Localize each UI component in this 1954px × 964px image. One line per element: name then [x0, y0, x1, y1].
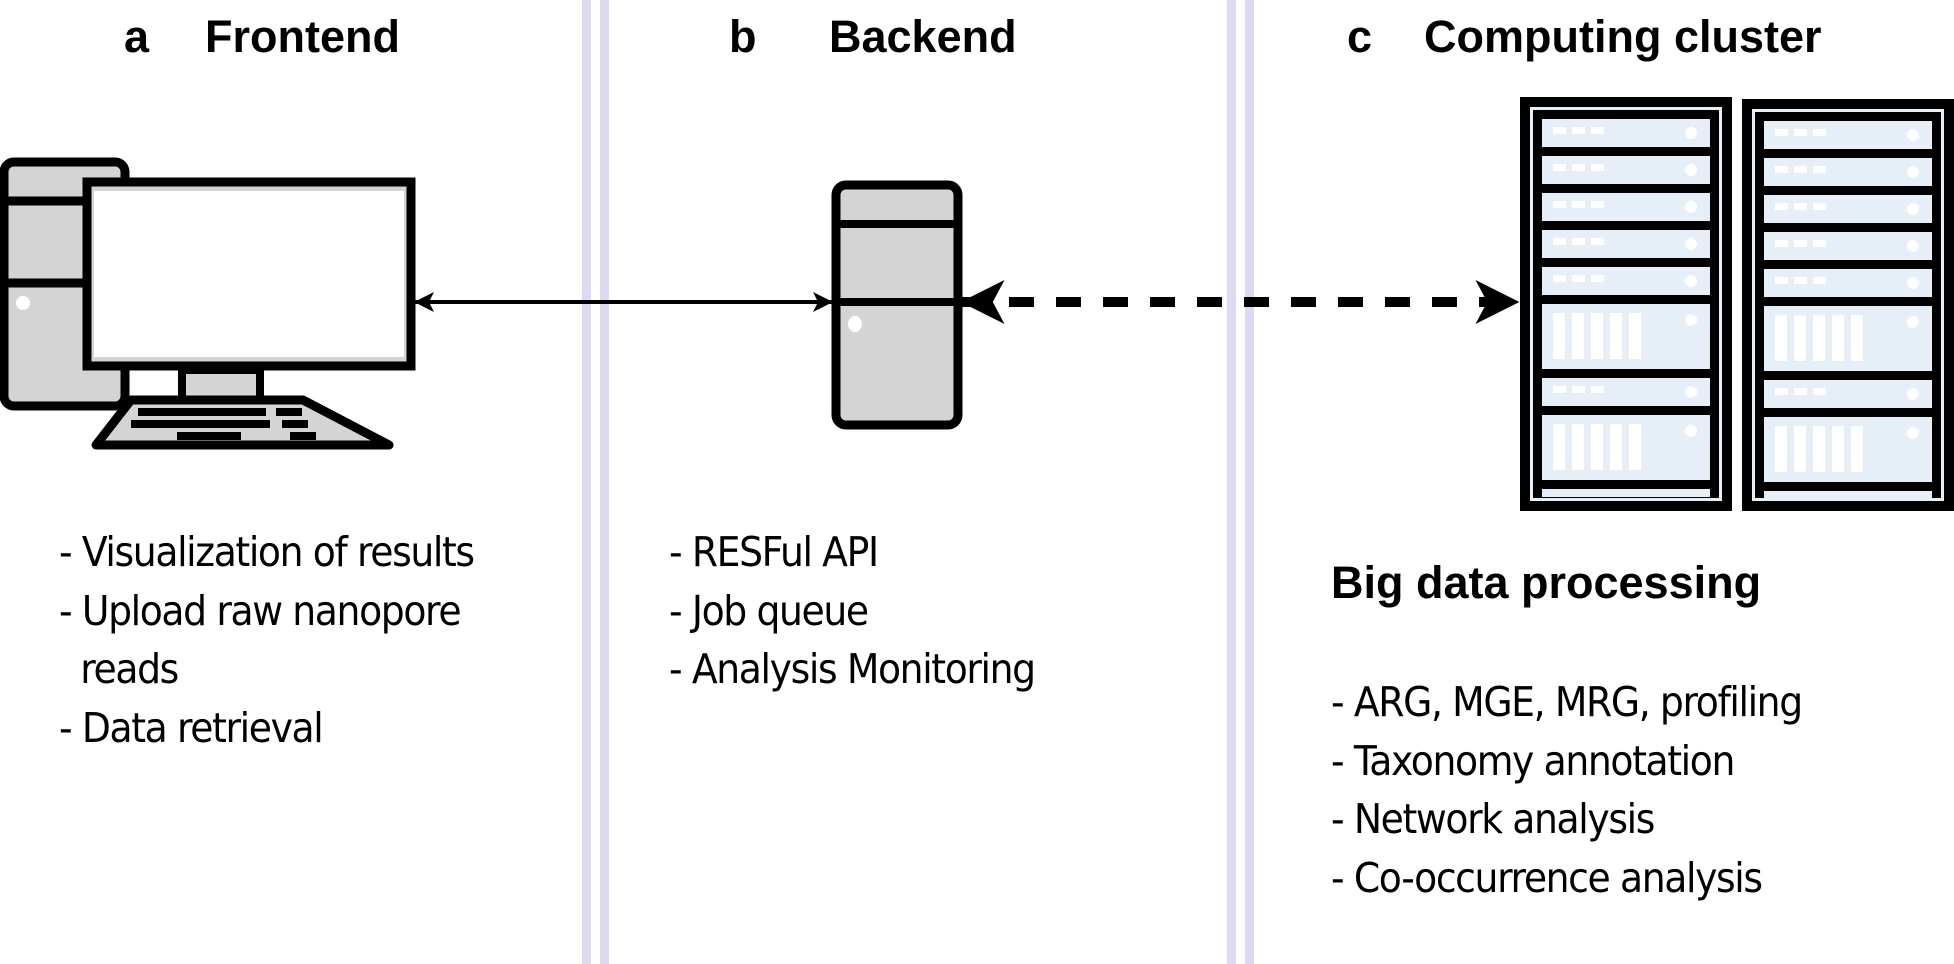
rack-unit [1542, 119, 1710, 147]
backend-feature: - Analysis Monitoring [669, 645, 1036, 693]
server-tower-icon [831, 180, 963, 430]
rack-unit [1542, 267, 1710, 295]
monitor [82, 177, 416, 404]
cluster-subtitle: Big data processing [1331, 557, 1762, 608]
rack-unit [1542, 489, 1710, 497]
server-rack-right [1742, 99, 1954, 511]
rack-unit [1764, 491, 1932, 499]
backend-feature: - RESFul API [669, 528, 879, 576]
frontend-feature: - Visualization of results [59, 528, 475, 576]
rack-unit [1764, 232, 1932, 260]
frontend-feature: - Data retrieval [59, 703, 324, 752]
cluster-feature: - Network analysis [1331, 795, 1655, 843]
rack-unit [1542, 304, 1710, 369]
rack-unit [1542, 193, 1710, 221]
backend-feature-list: - RESFul API - Job queue - Analysis Moni… [669, 523, 1036, 699]
rack-unit [1542, 415, 1710, 480]
rack-unit [1764, 269, 1932, 297]
rack-unit [1764, 380, 1932, 408]
cluster-feature: - Taxonomy annotation [1331, 736, 1735, 785]
frontend-feature-list: - Visualization of results - Upload raw … [59, 523, 475, 757]
rack-unit [1764, 306, 1932, 371]
cluster-feature: - ARG, MGE, MRG, profiling [1331, 678, 1803, 726]
rack-unit [1542, 378, 1710, 406]
frontend-feature: - Upload raw nanopore [59, 586, 462, 635]
rack-unit [1542, 230, 1710, 258]
rack-unit [1764, 158, 1932, 186]
keyboard [91, 395, 394, 450]
server-rack-left [1520, 97, 1732, 511]
desktop-computer-icon [0, 157, 416, 450]
backend-feature: - Job queue [669, 586, 869, 635]
frontend-feature: reads [59, 645, 179, 693]
cluster-feature-list: - ARG, MGE, MRG, profiling - Taxonomy an… [1331, 673, 1803, 907]
server-rack-icon [1520, 97, 1954, 511]
cluster-feature: - Co-occurrence analysis [1331, 853, 1763, 902]
rack-unit [1764, 417, 1932, 482]
rack-unit [1542, 156, 1710, 184]
rack-unit [1764, 195, 1932, 223]
rack-unit [1764, 121, 1932, 149]
